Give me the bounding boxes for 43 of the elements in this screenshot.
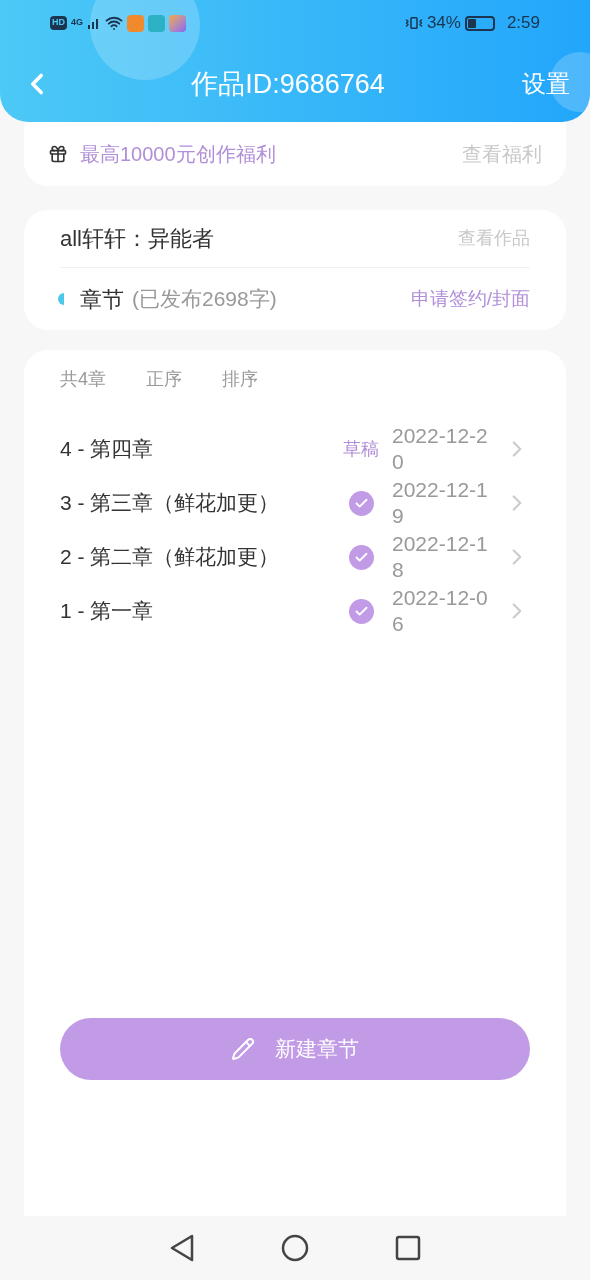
page-title: 作品ID:9686764: [190, 67, 386, 101]
recents-nav-icon[interactable]: [395, 1235, 421, 1261]
chapter-title: 4 - 第四章: [60, 436, 155, 463]
chapter-count: 共4章: [60, 367, 106, 391]
published-check-icon: [348, 544, 374, 570]
apply-contract-link[interactable]: 申请签约/封面: [410, 284, 530, 314]
wifi-icon: [105, 14, 123, 32]
back-nav-icon[interactable]: [169, 1234, 195, 1262]
section-label: 章节: [80, 285, 124, 314]
app-icon: [127, 14, 144, 32]
chapter-date: 2022-12-19: [392, 477, 488, 529]
section-marker-icon: [58, 293, 64, 305]
hd-indicator: HD: [50, 16, 67, 30]
chapter-date: 2022-12-20: [392, 423, 488, 475]
benefit-text: 最高10000元创作福利: [80, 142, 276, 167]
chapter-row[interactable]: 2 - 第二章（鲜花加更） 2022-12-18: [60, 530, 530, 584]
battery-icon: [464, 15, 495, 31]
chapter-date: 2022-12-06: [392, 585, 488, 637]
chapter-row[interactable]: 3 - 第三章（鲜花加更） 2022-12-19: [60, 476, 530, 530]
home-nav-icon[interactable]: [281, 1234, 309, 1262]
battery-percent: 34%: [426, 12, 461, 35]
chapter-title: 2 - 第二章（鲜花加更）: [60, 544, 281, 571]
sort-option[interactable]: 排序: [222, 365, 258, 393]
work-name: all轩轩：异能者: [60, 225, 214, 253]
clock: 2:59: [506, 12, 540, 35]
published-count: (已发布2698字): [132, 286, 277, 313]
gift-icon: [48, 144, 68, 164]
published-check-icon: [348, 598, 374, 624]
published-check-icon: [348, 490, 374, 516]
chapter-date: 2022-12-18: [392, 531, 488, 583]
new-chapter-button[interactable]: 新建章节: [60, 1018, 530, 1080]
chapter-row[interactable]: 1 - 第一章 2022-12-06: [60, 584, 530, 638]
pencil-icon: [231, 1037, 255, 1061]
app-icon: [169, 14, 186, 32]
vibrate-icon: [404, 14, 423, 32]
signal-icon: [87, 16, 101, 30]
draft-label: 草稿: [343, 437, 379, 461]
app-icon: [148, 14, 165, 32]
sort-option[interactable]: 正序: [146, 365, 182, 393]
chapter-title: 3 - 第三章（鲜花加更）: [60, 490, 281, 517]
settings-button[interactable]: 设置: [522, 66, 570, 102]
chapter-title: 1 - 第一章: [60, 598, 155, 625]
network-indicator: 4G: [71, 16, 83, 30]
